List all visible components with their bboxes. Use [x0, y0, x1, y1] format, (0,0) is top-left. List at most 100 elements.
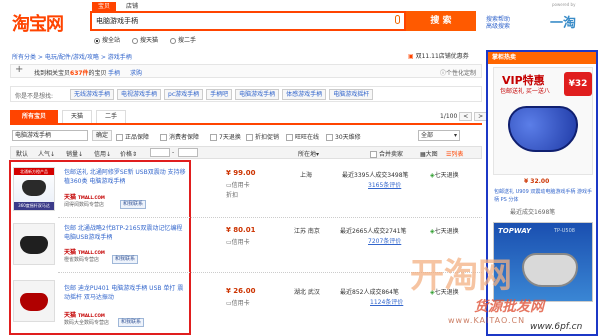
- checkbox-icon: [370, 151, 377, 158]
- check-30day[interactable]: 30天维修: [326, 132, 361, 141]
- search-option-secondhand[interactable]: 搜二手: [170, 35, 196, 44]
- merge-sellers[interactable]: 合并卖家: [370, 149, 403, 158]
- radio-icon: [170, 37, 176, 44]
- watermark-small: www.6pf.cn: [530, 322, 583, 332]
- related-item[interactable]: pc游戏手柄: [164, 89, 204, 100]
- arrow-down-icon: ↓: [78, 151, 84, 158]
- price-separator: -: [172, 149, 175, 156]
- chat-button[interactable]: 和我联系: [118, 318, 145, 327]
- search-tab-shop[interactable]: 店铺: [120, 2, 144, 11]
- product-thumbnail[interactable]: [13, 223, 55, 265]
- product-title[interactable]: 包邮 迪龙PU401 电脑游戏手柄 USB 单打 震动摇杆 双马达振动: [64, 284, 186, 302]
- ad-price-tag: ¥32: [564, 72, 592, 96]
- search-input[interactable]: 电脑游戏手柄: [96, 16, 138, 26]
- pagination: 1/100 < >: [440, 112, 488, 121]
- shop-name[interactable]: 橙雀数码专营店: [64, 256, 99, 263]
- related-item[interactable]: 电视游戏手柄: [117, 89, 162, 100]
- gamepad-icon: [522, 253, 578, 287]
- breadcrumb-current[interactable]: 游戏手柄: [108, 54, 132, 61]
- breadcrumb-category[interactable]: 电玩/配件/游戏/攻略: [45, 54, 99, 61]
- shop-name[interactable]: 数码大全数码专营店: [64, 319, 109, 326]
- search-button[interactable]: 搜 索: [406, 11, 476, 31]
- row-divider: [58, 217, 482, 218]
- microphone-icon[interactable]: [395, 15, 400, 24]
- checkbox-icon: [160, 134, 167, 141]
- chat-button[interactable]: 和我联系: [112, 255, 139, 264]
- credit-card-label: ▭信用卡: [226, 182, 250, 189]
- view-large[interactable]: ▦大图: [420, 149, 438, 158]
- checkbox-icon: [116, 134, 123, 141]
- advanced-search-link[interactable]: 高级搜索: [486, 21, 510, 30]
- sort-sales[interactable]: 销量↓: [66, 149, 83, 158]
- subfilter-handle[interactable]: 手柄: [108, 68, 120, 77]
- product-thumbnail[interactable]: [13, 280, 55, 322]
- sidebar-sales: 最近成交1698笔: [510, 209, 556, 216]
- keyword-input[interactable]: 电脑游戏手柄: [12, 130, 88, 141]
- arrow-down-icon: ↓: [106, 151, 112, 158]
- tab-tmall[interactable]: 天猫: [62, 110, 92, 123]
- logo[interactable]: 淘宝网: [12, 10, 64, 36]
- coupon-link[interactable]: ▣ 双11.11店铺优惠券: [408, 51, 469, 60]
- sort-select[interactable]: 全部 ▾: [418, 130, 460, 141]
- sort-credit[interactable]: 信用↓: [94, 149, 111, 158]
- confirm-button[interactable]: 确定: [92, 130, 113, 141]
- tmall-logo[interactable]: 天猫 TMALL.COM: [64, 247, 105, 256]
- related-item[interactable]: 无线游戏手柄: [70, 89, 115, 100]
- product-title[interactable]: 包邮 北通战略2代BTP-2165双震动记忆编程电脑USB游戏手柄: [64, 224, 186, 242]
- check-consumer[interactable]: 消费者保障: [160, 132, 199, 141]
- sort-default[interactable]: 默认: [16, 149, 28, 158]
- tmall-logo[interactable]: 天猫 TMALL.COM: [64, 192, 105, 201]
- product-reviews[interactable]: 1124条评价: [370, 297, 403, 306]
- price-min-input[interactable]: [150, 148, 170, 157]
- shop-name[interactable]: 阔得阅数码专营店: [64, 201, 104, 208]
- view-list[interactable]: ☰列表: [446, 149, 463, 158]
- credit-card-label: ▭信用卡: [226, 239, 250, 246]
- product-thumbnail[interactable]: 北通新方橙产品 360度摇杆双马达: [13, 167, 55, 211]
- chat-button[interactable]: 和我联系: [120, 200, 147, 209]
- chevron-down-icon: ▾: [453, 132, 457, 139]
- product-location: 湖北 武汉: [294, 289, 320, 296]
- check-online[interactable]: 旺旺在线: [286, 132, 319, 141]
- watermark-subtitle: 货源批发网: [474, 299, 544, 315]
- related-item[interactable]: 体感游戏手柄: [282, 89, 327, 100]
- sort-price[interactable]: 价格⇕: [120, 149, 137, 158]
- check-7day[interactable]: 7天退换: [210, 132, 241, 141]
- location-filter[interactable]: 所在地▾: [298, 149, 319, 158]
- personalize-link[interactable]: ⓘ个性化定制: [440, 68, 476, 77]
- related-item[interactable]: 手柄吧: [206, 89, 233, 100]
- product-reviews[interactable]: 7207条评价: [368, 236, 401, 245]
- price-max-input[interactable]: [178, 148, 198, 157]
- search-option-tmall[interactable]: 搜天猫: [132, 35, 158, 44]
- sort-popularity[interactable]: 人气↓: [38, 149, 55, 158]
- search-tab-baobei[interactable]: 宝贝: [92, 2, 116, 11]
- breadcrumb-all[interactable]: 所有分类: [12, 54, 36, 61]
- ad-subtitle: 包邮送礼 买一送八: [500, 88, 550, 95]
- etao-logo[interactable]: 一淘: [550, 12, 576, 31]
- product-price: ¥ 80.01: [226, 226, 256, 234]
- related-list: 无线游戏手柄 电视游戏手柄 pc游戏手柄 手柄吧 电脑游戏手柄 体感游戏手柄 电…: [70, 89, 374, 100]
- page-indicator: 1/100: [440, 113, 458, 120]
- plus-icon[interactable]: +: [15, 64, 23, 75]
- credit-card-label: ▭信用卡: [226, 300, 250, 307]
- discount-label: 折扣: [226, 192, 239, 199]
- powered-by-label: powered by: [552, 2, 576, 7]
- check-genuine[interactable]: 正品保障: [116, 132, 149, 141]
- related-item[interactable]: 电脑游戏摇杆: [329, 89, 374, 100]
- arrow-down-icon: ↓: [50, 151, 56, 158]
- tmall-logo[interactable]: 天猫 TMALL.COM: [64, 310, 105, 319]
- tab-all[interactable]: 所有宝贝: [10, 110, 58, 123]
- related-item[interactable]: 电脑游戏手柄: [235, 89, 280, 100]
- service-badge: ◈七天退换: [430, 172, 459, 179]
- tab-secondhand[interactable]: 二手: [96, 110, 126, 123]
- product-reviews[interactable]: 3165条评价: [368, 180, 401, 189]
- gamepad-icon: [20, 236, 48, 254]
- product-title[interactable]: 包邮送礼 北通阿修罗SE新 USB双震动 支持移植360类 电脑游戏手柄: [64, 168, 186, 186]
- prev-page-button[interactable]: <: [459, 112, 473, 121]
- subfilter-wanted[interactable]: 求购: [130, 68, 142, 77]
- check-discount[interactable]: 折扣促销: [246, 132, 279, 141]
- brand-logo: TOPWAY: [498, 227, 532, 235]
- sidebar-ad[interactable]: VIP特惠 包邮送礼 买一送八 ¥32: [493, 67, 593, 175]
- radio-icon: [94, 37, 100, 44]
- search-option-all[interactable]: 搜全站: [94, 35, 120, 44]
- sidebar-title[interactable]: 包邮送礼 U909 双震动电脑游戏手柄 游戏手柄 PS 分体: [494, 188, 592, 204]
